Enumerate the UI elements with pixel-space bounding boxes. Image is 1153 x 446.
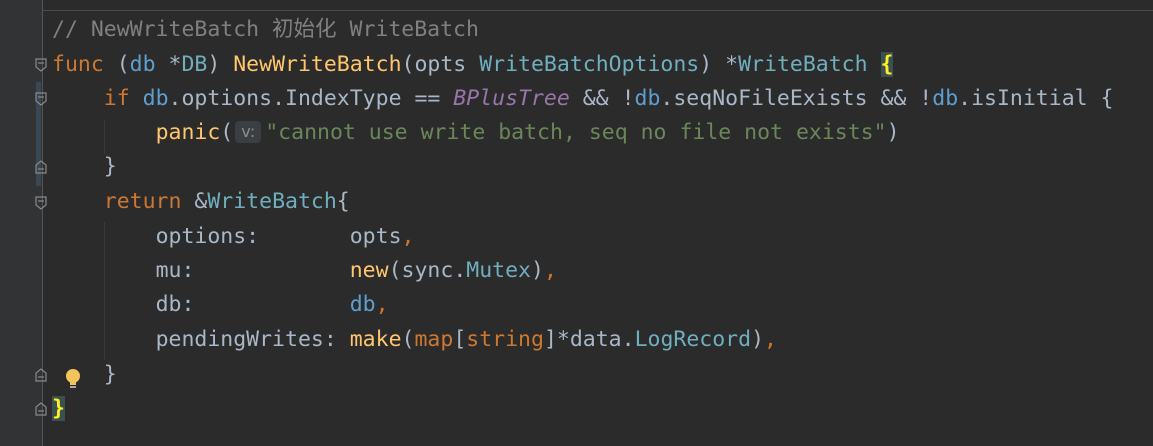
- constant: BPlusTree: [453, 86, 570, 111]
- fold-icon[interactable]: [35, 58, 47, 72]
- expression: .isInitial {: [958, 86, 1114, 111]
- field-key: options:: [155, 224, 350, 249]
- type-name: WriteBatch: [738, 52, 868, 77]
- type-name: LogRecord: [634, 327, 752, 352]
- punct: ): [207, 52, 234, 77]
- expression: .seqNoFileExists && !: [660, 86, 933, 111]
- keyword: if: [103, 86, 130, 111]
- comma: ,: [375, 292, 389, 317]
- receiver: db: [932, 86, 959, 111]
- keyword: map: [414, 327, 454, 352]
- keyword: return: [103, 189, 182, 214]
- code-line-11[interactable]: }: [52, 392, 65, 426]
- fold-icon[interactable]: [35, 196, 47, 210]
- punct: ): [886, 120, 900, 145]
- punct: (: [220, 120, 234, 145]
- expression: .options.IndexType ==: [168, 86, 454, 111]
- matched-brace: {: [880, 52, 894, 77]
- string-literal: "cannot use write batch, seq no file not…: [265, 120, 887, 145]
- code-line-2[interactable]: if db.options.IndexType == BPlusTree && …: [52, 82, 1114, 116]
- code-line-7[interactable]: mu: new(sync.Mutex),: [52, 254, 557, 288]
- receiver: db: [129, 52, 156, 77]
- param-name: opts: [414, 52, 467, 77]
- fold-icon[interactable]: [35, 368, 47, 382]
- field-value: db: [349, 292, 376, 317]
- punct: ]*: [543, 327, 570, 352]
- punct: {: [336, 189, 350, 214]
- fold-icon[interactable]: [35, 92, 47, 106]
- punct: .: [621, 327, 635, 352]
- comma: ,: [543, 258, 557, 283]
- punct: (: [388, 258, 402, 283]
- punct: &: [181, 189, 208, 214]
- type-name: WriteBatchOptions: [479, 52, 700, 77]
- punct: *: [155, 52, 182, 77]
- code-line-1[interactable]: func (db *DB) NewWriteBatch(opts WriteBa…: [52, 48, 894, 82]
- matched-brace: }: [52, 396, 65, 421]
- punct: ): [751, 327, 765, 352]
- code-line-6[interactable]: options: opts,: [52, 220, 415, 254]
- package-name: sync: [401, 258, 454, 283]
- punct: (: [103, 52, 130, 77]
- type-name: Mutex: [466, 258, 531, 283]
- builtin-call: new: [349, 258, 389, 283]
- punct: .: [453, 258, 467, 283]
- field-value: opts: [349, 224, 402, 249]
- comma: ,: [764, 327, 777, 352]
- field-key: db:: [155, 292, 350, 317]
- fold-icon[interactable]: [35, 160, 47, 174]
- field-key: mu:: [155, 258, 350, 283]
- code-line-10[interactable]: }: [52, 358, 117, 392]
- code-line-9[interactable]: pendingWrites: make(map[string]*data.Log…: [52, 323, 777, 357]
- code-editor[interactable]: // NewWriteBatch 初始化 WriteBatch func (db…: [0, 0, 1153, 446]
- package-name: data: [569, 327, 622, 352]
- keyword: func: [52, 52, 104, 77]
- punct: ): [531, 258, 544, 283]
- receiver: db: [634, 86, 661, 111]
- fold-icon[interactable]: [35, 402, 47, 416]
- comma: ,: [401, 224, 415, 249]
- type-name: WriteBatch: [207, 189, 337, 214]
- punct: (: [401, 52, 415, 77]
- function-call: panic: [155, 120, 221, 145]
- parameter-hint: v:: [235, 121, 262, 143]
- code-line-5[interactable]: return &WriteBatch{: [52, 185, 350, 219]
- code-line-8[interactable]: db: db,: [52, 288, 389, 322]
- separator-line: [42, 10, 1153, 11]
- type-name: DB: [181, 52, 208, 77]
- code-line-4[interactable]: }: [52, 150, 117, 184]
- code-comment[interactable]: // NewWriteBatch 初始化 WriteBatch: [52, 13, 479, 47]
- function-name: NewWriteBatch: [233, 52, 402, 77]
- punct: ) *: [699, 52, 739, 77]
- expression: && !: [569, 86, 635, 111]
- receiver: db: [142, 86, 169, 111]
- keyword: string: [466, 327, 544, 352]
- punct: [: [453, 327, 467, 352]
- builtin-call: make: [349, 327, 402, 352]
- code-line-3[interactable]: panic(v: "cannot use write batch, seq no …: [52, 116, 900, 150]
- punct: (: [401, 327, 415, 352]
- field-key: pendingWrites:: [155, 327, 350, 352]
